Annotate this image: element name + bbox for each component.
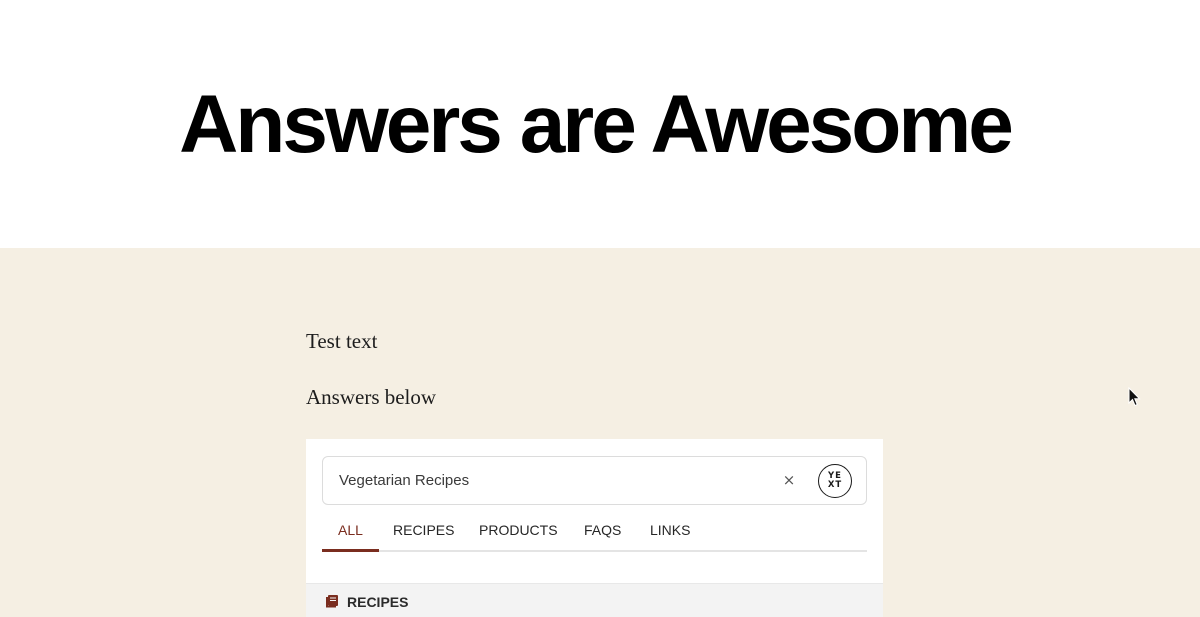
answers-widget: × YE XT ALL RECIPES PRODUCTS FAQS LINKS (306, 439, 883, 617)
tab-all[interactable]: ALL (338, 518, 363, 552)
body-text-line-1: Test text (306, 329, 378, 353)
hero-title: Answers are Awesome (179, 79, 1014, 170)
active-tab-indicator (322, 549, 379, 552)
tab-products[interactable]: PRODUCTS (479, 518, 558, 552)
page: Answers are Awesome Test text Answers be… (0, 0, 1200, 617)
tab-recipes[interactable]: RECIPES (393, 518, 454, 552)
clear-icon[interactable]: × (779, 469, 799, 491)
hero-banner: Answers are Awesome (0, 0, 1200, 248)
book-icon (326, 595, 338, 608)
content-section: Test text Answers below × YE XT ALL RECI… (0, 248, 1200, 617)
search-input[interactable] (339, 457, 759, 504)
recipes-section-label: RECIPES (347, 594, 409, 610)
body-text-line-2: Answers below (306, 385, 437, 409)
tab-faqs[interactable]: FAQS (584, 518, 621, 552)
yext-logo-text-bottom: XT (827, 480, 843, 490)
tab-links[interactable]: LINKS (650, 518, 690, 552)
search-bar: × YE XT (322, 456, 867, 505)
recipes-section-header: RECIPES (306, 583, 883, 617)
vertical-tabs: ALL RECIPES PRODUCTS FAQS LINKS (322, 518, 867, 552)
mouse-cursor-icon (1128, 387, 1141, 407)
yext-logo-button[interactable]: YE XT (818, 464, 852, 498)
